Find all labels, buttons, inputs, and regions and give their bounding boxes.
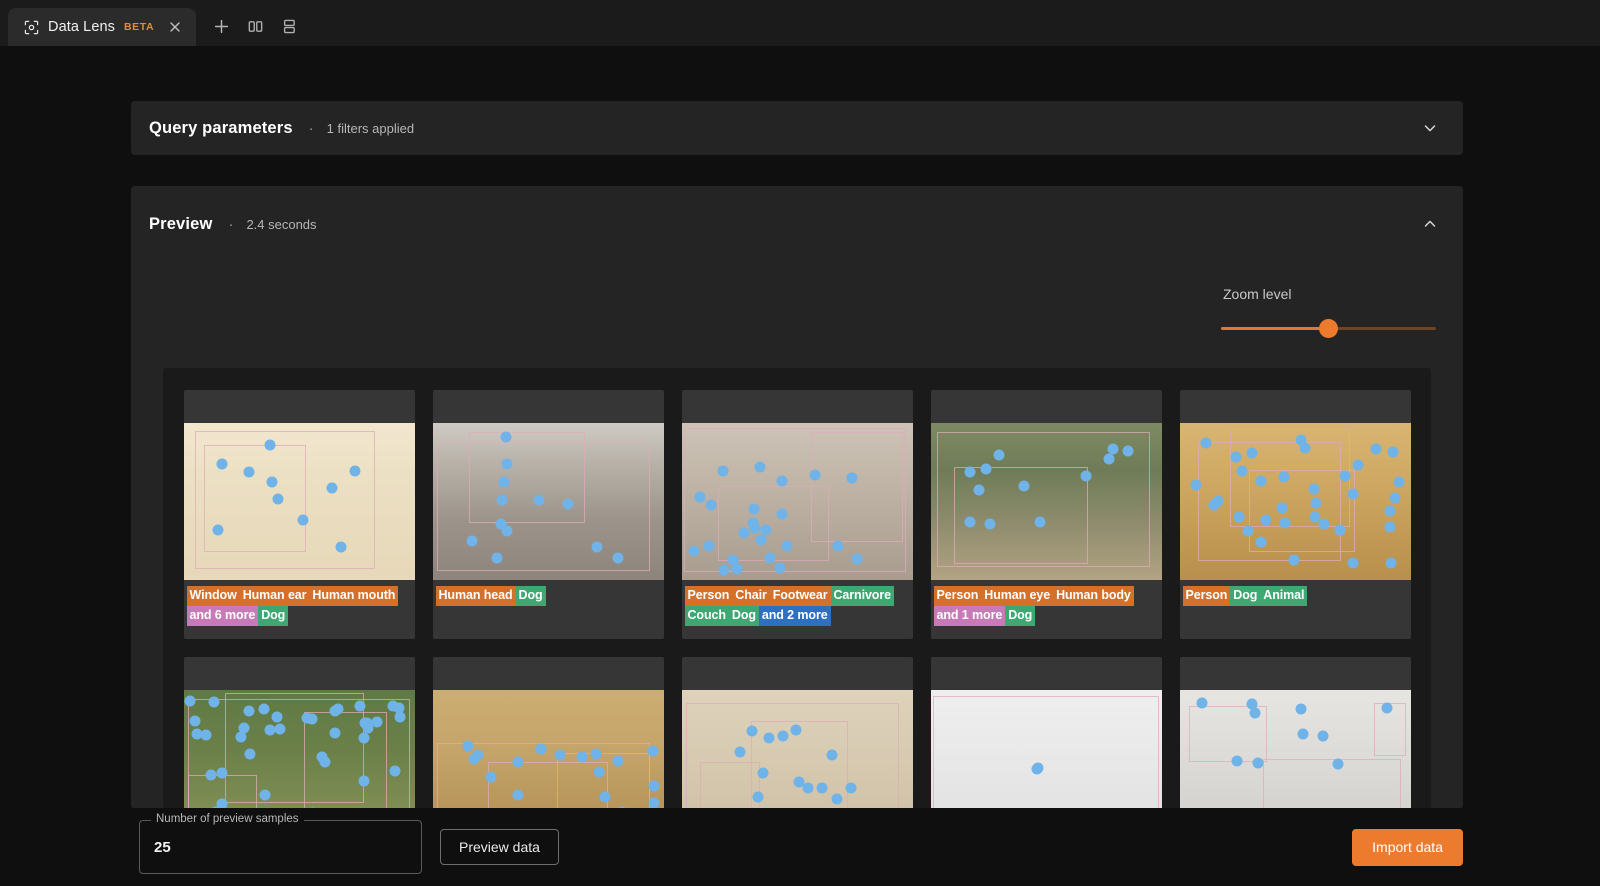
zoom-level-label: Zoom level <box>1223 286 1292 302</box>
photo <box>1179 690 1411 809</box>
label-tag: Human head <box>435 586 516 606</box>
preview-header[interactable]: Preview · 2.4 seconds <box>131 186 1463 262</box>
import-data-button[interactable]: Import data <box>1352 828 1463 866</box>
preview-card[interactable]: Person Dog Animal <box>1179 390 1411 639</box>
card-image <box>183 423 415 580</box>
label-tag: Couch <box>684 606 729 626</box>
label-tag: Window <box>186 586 240 606</box>
preview-card[interactable] <box>432 657 664 809</box>
label-tag: Human body <box>1053 586 1134 606</box>
photo <box>432 423 664 580</box>
card-image <box>930 423 1162 580</box>
card-image <box>1179 423 1411 580</box>
label-tag: and 6 more <box>186 606 259 626</box>
label-tag: Dog <box>1005 606 1036 626</box>
card-image <box>1179 690 1411 809</box>
preview-grid: Window Human ear Human mouth and 6 more Dog H… <box>163 390 1431 809</box>
zoom-slider[interactable] <box>1221 319 1436 338</box>
separator-dot: · <box>228 215 234 233</box>
preview-duration-text: 2.4 seconds <box>246 216 317 232</box>
label-tag: Footwear <box>769 586 831 606</box>
photo <box>681 423 913 580</box>
close-icon[interactable] <box>167 19 183 35</box>
label-tag: Carnivore <box>830 586 894 606</box>
preview-samples-value[interactable]: 25 <box>154 839 171 856</box>
plus-icon[interactable] <box>208 13 234 39</box>
page-title: Query parameters <box>149 118 293 137</box>
split-horizontal-icon[interactable] <box>276 13 302 39</box>
separator-dot: · <box>308 119 314 137</box>
label-tag: Chair <box>732 586 770 606</box>
card-image <box>432 423 664 580</box>
label-tag: Person <box>1182 586 1231 606</box>
preview-samples-label: Number of preview samples <box>151 813 304 825</box>
card-image <box>432 690 664 809</box>
preview-card[interactable]: Person Chair Footwear Carnivore Couch Dog and … <box>681 390 913 639</box>
label-tag: and 1 more <box>933 606 1006 626</box>
chevron-up-icon[interactable] <box>1419 213 1441 235</box>
card-image <box>183 690 415 809</box>
card-tag-list: Person Chair Footwear Carnivore Couch Dog and … <box>684 586 910 626</box>
label-tag: Human eye <box>981 586 1054 606</box>
preview-card[interactable] <box>930 657 1162 809</box>
filters-applied-text: 1 filters applied <box>326 120 415 136</box>
card-image <box>930 690 1162 809</box>
zoom-level-control: Zoom level <box>1221 286 1436 338</box>
preview-card[interactable] <box>183 657 415 809</box>
slider-fill <box>1221 327 1329 330</box>
label-tag: Human ear <box>239 586 310 606</box>
label-tag: Person <box>684 586 733 606</box>
card-image <box>681 423 913 580</box>
preview-card[interactable]: Window Human ear Human mouth and 6 more Dog <box>183 390 415 639</box>
query-parameters-header[interactable]: Query parameters · 1 filters applied <box>131 101 1463 155</box>
photo <box>681 690 913 809</box>
label-tag: Dog <box>258 606 289 626</box>
tab-bar-actions <box>208 13 302 39</box>
label-tag: and 2 more <box>758 606 831 626</box>
split-vertical-icon[interactable] <box>242 13 268 39</box>
card-image <box>681 690 913 809</box>
label-tag: Person <box>933 586 982 606</box>
photo <box>930 690 1162 809</box>
preview-gallery[interactable]: Window Human ear Human mouth and 6 more Dog H… <box>163 368 1431 809</box>
tab-title: Data Lens <box>48 19 115 35</box>
query-parameters-panel: Query parameters · 1 filters applied <box>131 101 1463 155</box>
label-tag: Human mouth <box>309 586 399 606</box>
preview-title: Preview <box>149 214 213 233</box>
beta-badge: BETA <box>124 21 155 33</box>
preview-samples-field[interactable]: Number of preview samples 25 <box>139 813 422 874</box>
photo <box>930 423 1162 580</box>
page-body: Query parameters · 1 filters applied Pre… <box>0 46 1600 886</box>
scan-target-icon <box>24 20 39 35</box>
label-tag: Dog <box>515 586 546 606</box>
chevron-down-icon[interactable] <box>1419 117 1441 139</box>
footer-bar: Number of preview samples 25 Preview dat… <box>0 808 1600 886</box>
card-tag-list: Human head Dog <box>435 586 661 606</box>
label-tag: Dog <box>728 606 759 626</box>
tab-data-lens[interactable]: Data Lens BETA <box>8 8 197 46</box>
photo <box>183 423 415 580</box>
preview-card[interactable]: Person Human eye Human body and 1 more Dog <box>930 390 1162 639</box>
photo <box>432 690 664 809</box>
card-tag-list: Window Human ear Human mouth and 6 more Dog <box>186 586 412 626</box>
slider-thumb[interactable] <box>1319 319 1338 338</box>
preview-card[interactable] <box>681 657 913 809</box>
photo <box>1179 423 1411 580</box>
preview-card[interactable] <box>1179 657 1411 809</box>
card-tag-list: Person Human eye Human body and 1 more Dog <box>933 586 1159 626</box>
preview-panel: Preview · 2.4 seconds Zoom level Window H… <box>131 186 1463 809</box>
preview-data-button[interactable]: Preview data <box>440 829 559 865</box>
tab-bar: Data Lens BETA <box>0 0 1600 46</box>
label-tag: Dog <box>1230 586 1261 606</box>
card-tag-list: Person Dog Animal <box>1182 586 1408 606</box>
photo <box>183 690 415 809</box>
label-tag: Animal <box>1260 586 1308 606</box>
preview-card[interactable]: Human head Dog <box>432 390 664 639</box>
